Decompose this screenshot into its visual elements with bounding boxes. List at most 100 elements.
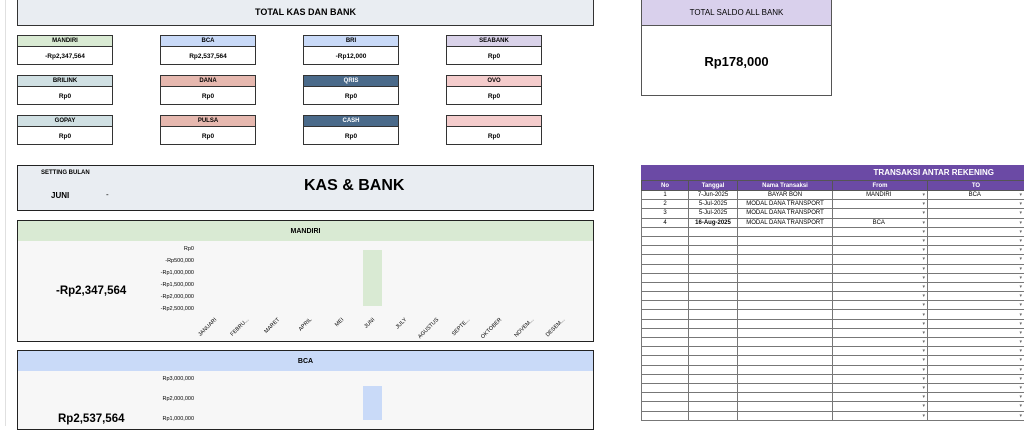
account-select-cell[interactable]: ▾ <box>833 227 928 236</box>
dropdown-arrow-icon[interactable]: ▾ <box>922 413 925 419</box>
dropdown-arrow-icon[interactable]: ▾ <box>922 357 925 363</box>
dropdown-arrow-icon[interactable]: ▾ <box>1019 192 1022 198</box>
account-select-cell[interactable]: ▾BCA <box>928 191 1024 200</box>
account-select-cell[interactable]: ▾ <box>833 383 928 392</box>
account-select-cell[interactable]: ▾ <box>928 383 1024 392</box>
dropdown-arrow-icon[interactable]: ▾ <box>1019 321 1022 327</box>
dropdown-arrow-icon[interactable]: ▾ <box>922 266 925 272</box>
dropdown-arrow-icon[interactable]: ▾ <box>1019 256 1022 262</box>
account-select-cell[interactable]: ▾ <box>928 338 1024 347</box>
dropdown-arrow-icon[interactable]: ▾ <box>922 220 925 226</box>
account-select-cell[interactable]: ▾ <box>833 338 928 347</box>
account-select-cell[interactable]: ▾ <box>833 393 928 402</box>
dropdown-arrow-icon[interactable]: ▾ <box>922 210 925 216</box>
month-select[interactable]: JUNI <box>51 191 69 200</box>
account-select-cell[interactable]: ▾ <box>833 347 928 356</box>
account-select-cell[interactable]: ▾ <box>928 347 1024 356</box>
dropdown-arrow-icon[interactable]: ▾ <box>1019 385 1022 391</box>
account-select-cell[interactable]: ▾ <box>833 356 928 365</box>
account-select-cell[interactable]: ▾ <box>833 374 928 383</box>
dropdown-arrow-icon[interactable]: ▾ <box>922 348 925 354</box>
dropdown-arrow-icon[interactable]: ▾ <box>1019 284 1022 290</box>
dropdown-arrow-icon[interactable]: ▾ <box>922 367 925 373</box>
dropdown-arrow-icon[interactable]: ▾ <box>1019 330 1022 336</box>
account-select-cell[interactable]: ▾ <box>833 328 928 337</box>
account-select-cell[interactable]: ▾ <box>928 310 1024 319</box>
account-select-cell[interactable]: ▾ <box>928 365 1024 374</box>
account-select-cell[interactable]: ▾ <box>928 218 1024 227</box>
account-select-cell[interactable]: ▾ <box>928 393 1024 402</box>
account-select-cell[interactable]: ▾ <box>928 282 1024 291</box>
account-select-cell[interactable]: ▾ <box>833 246 928 255</box>
account-select-cell[interactable]: ▾ <box>833 209 928 218</box>
account-select-cell[interactable]: ▾ <box>833 255 928 264</box>
dropdown-arrow-icon[interactable]: ▾ <box>1019 403 1022 409</box>
account-select-cell[interactable]: ▾ <box>928 273 1024 282</box>
dropdown-arrow-icon[interactable]: ▾ <box>1019 312 1022 318</box>
account-select-cell[interactable]: ▾ <box>833 273 928 282</box>
account-select-cell[interactable]: ▾ <box>928 236 1024 245</box>
dropdown-arrow-icon[interactable]: ▾ <box>922 192 925 198</box>
dropdown-arrow-icon[interactable]: ▾ <box>922 229 925 235</box>
dropdown-arrow-icon[interactable]: ▾ <box>1019 357 1022 363</box>
dropdown-arrow-icon[interactable]: ▾ <box>922 238 925 244</box>
dropdown-arrow-icon[interactable]: ▾ <box>922 376 925 382</box>
account-select-cell[interactable]: ▾ <box>928 301 1024 310</box>
account-select-cell[interactable]: ▾ <box>833 411 928 420</box>
account-select-cell[interactable]: ▾ <box>928 227 1024 236</box>
dropdown-arrow-icon[interactable]: ▾ <box>1019 247 1022 253</box>
dropdown-arrow-icon[interactable]: ▾ <box>1019 229 1022 235</box>
account-select-cell[interactable]: ▾ <box>833 264 928 273</box>
dropdown-arrow-icon[interactable]: ▾ <box>1019 266 1022 272</box>
dropdown-arrow-icon[interactable]: ▾ <box>922 247 925 253</box>
dropdown-arrow-icon[interactable]: ▾ <box>922 312 925 318</box>
account-select-cell[interactable]: ▾ <box>833 236 928 245</box>
account-select-cell[interactable]: ▾ <box>928 209 1024 218</box>
dropdown-arrow-icon[interactable]: ▾ <box>1019 201 1022 207</box>
account-select-cell[interactable]: ▾MANDIRI <box>833 191 928 200</box>
dropdown-arrow-icon[interactable]: ▾ <box>922 293 925 299</box>
account-select-cell[interactable]: ▾ <box>833 282 928 291</box>
account-select-cell[interactable]: ▾ <box>928 255 1024 264</box>
account-select-cell[interactable]: ▾ <box>833 301 928 310</box>
account-select-cell[interactable]: ▾ <box>833 402 928 411</box>
dropdown-arrow-icon[interactable]: ▾ <box>922 403 925 409</box>
dropdown-arrow-icon[interactable]: ▾ <box>1019 339 1022 345</box>
dropdown-arrow-icon[interactable]: ▾ <box>1019 220 1022 226</box>
dropdown-arrow-icon[interactable]: ▾ <box>922 330 925 336</box>
account-select-cell[interactable]: ▾ <box>928 246 1024 255</box>
account-select-cell[interactable]: ▾ <box>833 310 928 319</box>
dropdown-arrow-icon[interactable]: ▾ <box>1019 348 1022 354</box>
dropdown-arrow-icon[interactable]: ▾ <box>922 321 925 327</box>
dropdown-arrow-icon[interactable]: ▾ <box>922 256 925 262</box>
account-select-cell[interactable]: ▾ <box>928 264 1024 273</box>
dropdown-arrow-icon[interactable]: ▾ <box>1019 394 1022 400</box>
dropdown-arrow-icon[interactable]: ▾ <box>922 339 925 345</box>
account-select-cell[interactable]: ▾ <box>928 374 1024 383</box>
account-select-cell[interactable]: ▾ <box>928 292 1024 301</box>
account-select-cell[interactable]: ▾ <box>833 292 928 301</box>
account-select-cell[interactable]: ▾ <box>928 356 1024 365</box>
account-select-cell[interactable]: ▾ <box>833 200 928 209</box>
month-dropdown-arrow[interactable]: - <box>106 190 109 199</box>
account-select-cell[interactable]: ▾BCA <box>833 218 928 227</box>
dropdown-arrow-icon[interactable]: ▾ <box>1019 413 1022 419</box>
dropdown-arrow-icon[interactable]: ▾ <box>1019 238 1022 244</box>
account-select-cell[interactable]: ▾ <box>928 411 1024 420</box>
dropdown-arrow-icon[interactable]: ▾ <box>1019 302 1022 308</box>
dropdown-arrow-icon[interactable]: ▾ <box>922 385 925 391</box>
dropdown-arrow-icon[interactable]: ▾ <box>922 275 925 281</box>
dropdown-arrow-icon[interactable]: ▾ <box>922 284 925 290</box>
dropdown-arrow-icon[interactable]: ▾ <box>1019 293 1022 299</box>
account-select-cell[interactable]: ▾ <box>833 365 928 374</box>
dropdown-arrow-icon[interactable]: ▾ <box>922 394 925 400</box>
account-select-cell[interactable]: ▾ <box>928 328 1024 337</box>
dropdown-arrow-icon[interactable]: ▾ <box>1019 367 1022 373</box>
dropdown-arrow-icon[interactable]: ▾ <box>922 201 925 207</box>
account-select-cell[interactable]: ▾ <box>833 319 928 328</box>
dropdown-arrow-icon[interactable]: ▾ <box>922 302 925 308</box>
dropdown-arrow-icon[interactable]: ▾ <box>1019 275 1022 281</box>
dropdown-arrow-icon[interactable]: ▾ <box>1019 376 1022 382</box>
dropdown-arrow-icon[interactable]: ▾ <box>1019 210 1022 216</box>
account-select-cell[interactable]: ▾ <box>928 200 1024 209</box>
